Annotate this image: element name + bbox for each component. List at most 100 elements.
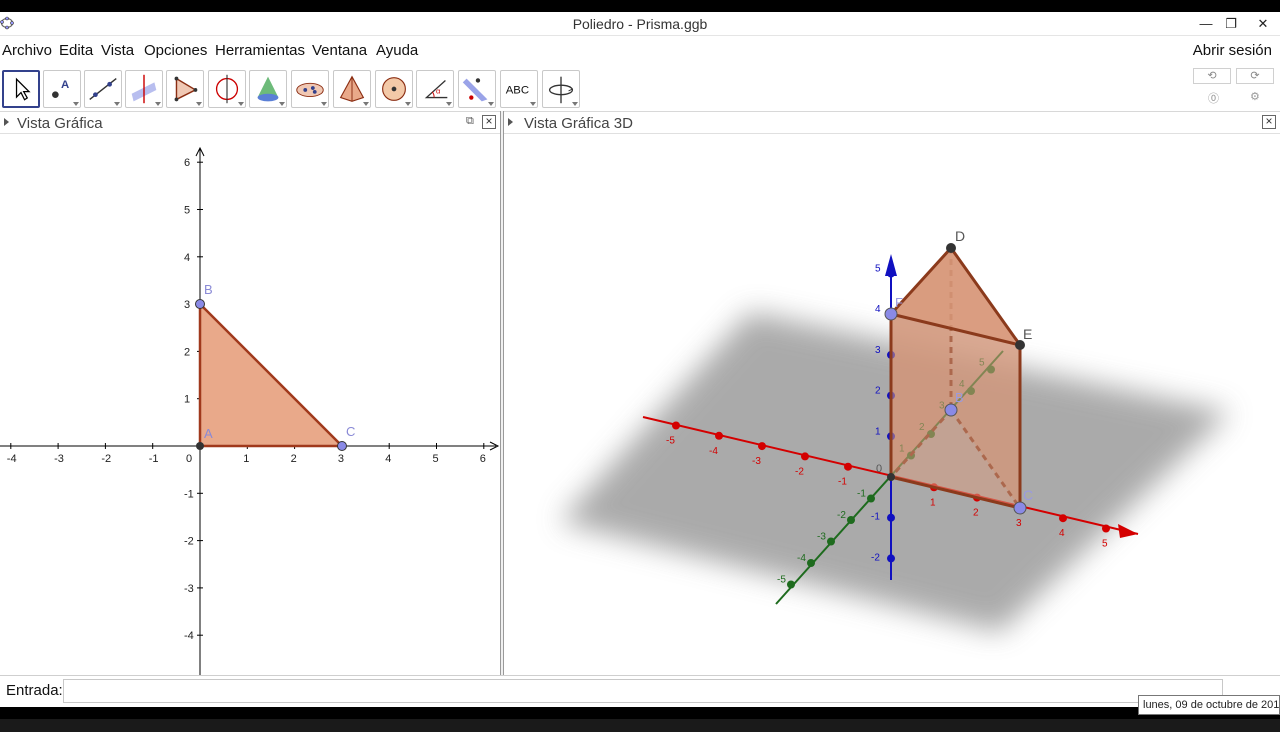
vertex-a[interactable]	[887, 473, 895, 481]
login-link[interactable]: Abrir sesión	[1193, 42, 1272, 59]
menu-bar: Archivo Edita Vista Opciones Herramienta…	[0, 37, 1280, 63]
rotate-view-tool-button[interactable]	[542, 70, 580, 108]
vertex-b[interactable]	[944, 403, 958, 417]
y3d-neg-tick-label: -3	[817, 532, 826, 543]
z3d-neg-tick-label: -1	[871, 512, 880, 523]
y-tick-label: 6	[184, 157, 190, 169]
x-tick-label: 1	[243, 453, 249, 465]
menu-vista[interactable]: Vista	[101, 42, 134, 59]
x-tick-label: -3	[54, 453, 64, 465]
label-c-3d: C	[1023, 487, 1033, 503]
cursor-arrow-icon	[15, 77, 31, 101]
z3d-neg-tick-mark	[887, 554, 895, 563]
collapse-arrow-icon[interactable]	[508, 118, 513, 126]
label-a: A	[204, 426, 213, 441]
x3d-neg-tick-label: -2	[795, 466, 804, 477]
x-tick-label: -2	[101, 453, 111, 465]
collapse-arrow-icon[interactable]	[4, 118, 9, 126]
x3d-pos-tick-label: 2	[973, 508, 979, 519]
view3d-title: Vista Gráfica 3D	[524, 115, 633, 132]
input-bar: Entrada:	[0, 675, 1280, 707]
y3d-neg-tick-label: -4	[797, 553, 806, 564]
y3d-neg-tick-label: -5	[777, 575, 786, 586]
origin-label-3d: 0	[876, 463, 882, 475]
graphics-view-3d[interactable]: -5-4-3-2-11234512345-1-2-3-4-512345-1-2 …	[504, 134, 1280, 684]
pyramid-tool-button[interactable]	[333, 70, 371, 108]
circle-axis-tool-button[interactable]	[208, 70, 246, 108]
vertex-c[interactable]	[1013, 501, 1027, 515]
x-axis-3d-arrow	[1118, 524, 1138, 538]
x3d-pos-tick-label: 5	[1102, 539, 1108, 550]
x3d-pos-tick-mark	[1059, 514, 1067, 523]
x-tick-label: 5	[433, 453, 439, 465]
graphics-view-2d[interactable]: -4 -3 -2 -1 0 1 2 3 4 5 6 6 5 4 3 2 1 -1 -2 -3 -4 A B C	[0, 134, 500, 684]
y3d-neg-tick-label: -2	[837, 510, 846, 521]
z3d-pos-tick-label: 4	[875, 304, 881, 315]
z3d-pos-tick-mark	[887, 269, 895, 278]
x3d-neg-tick-mark	[758, 442, 766, 451]
intersect-tool-button[interactable]	[291, 70, 329, 108]
view3d-canvas[interactable]: -5-4-3-2-11234512345-1-2-3-4-512345-1-2 …	[504, 134, 1280, 684]
point-a[interactable]	[196, 442, 204, 450]
restore-icon[interactable]: ❐	[1218, 14, 1244, 34]
point-b[interactable]	[195, 299, 205, 309]
svg-text:α: α	[436, 87, 441, 96]
y3d-neg-tick-label: -1	[857, 489, 866, 500]
help-icon[interactable]: ⓪	[1208, 90, 1219, 106]
cone-tool-button[interactable]	[249, 70, 287, 108]
x3d-neg-tick-label: -4	[709, 446, 718, 457]
vertex-d[interactable]	[946, 243, 956, 253]
window-title: Poliedro - Prisma.ggb	[572, 16, 708, 32]
x-tick-label: 3	[338, 453, 344, 465]
angle-tool-button[interactable]: α	[416, 70, 454, 108]
y-tick-label: -1	[184, 488, 194, 500]
settings-gear-icon[interactable]: ⚙	[1250, 90, 1260, 103]
perpendicular-tool-button[interactable]	[125, 70, 163, 108]
close-view3d-icon[interactable]: ×	[1262, 115, 1276, 129]
x3d-pos-tick-label: 3	[1016, 518, 1022, 529]
menu-ayuda[interactable]: Ayuda	[376, 42, 418, 59]
x3d-neg-tick-mark	[715, 431, 723, 440]
menu-ventana[interactable]: Ventana	[312, 42, 367, 59]
point-c[interactable]	[337, 441, 347, 451]
title-bar: Poliedro - Prisma.ggb — ❐ ✕	[0, 12, 1280, 36]
line-tool-button[interactable]	[84, 70, 122, 108]
menu-archivo[interactable]: Archivo	[2, 42, 52, 59]
input-field[interactable]	[63, 679, 1223, 703]
undo-button[interactable]: ⟲	[1193, 68, 1231, 84]
redo-button[interactable]: ⟳	[1236, 68, 1274, 84]
point-tool-button[interactable]: A	[43, 70, 81, 108]
sphere-tool-button[interactable]	[375, 70, 413, 108]
menu-opciones[interactable]: Opciones	[144, 42, 207, 59]
view2d-canvas[interactable]: -4 -3 -2 -1 0 1 2 3 4 5 6 6 5 4 3 2 1 -1 -2 -3 -4 A B C	[0, 134, 500, 684]
x-tick-label: -4	[7, 453, 17, 465]
x3d-neg-tick-mark	[844, 462, 852, 471]
view3d-header: Vista Gráfica 3D ×	[504, 112, 1280, 134]
label-b-3d: B	[955, 390, 964, 405]
close-view2d-icon[interactable]: ×	[482, 115, 496, 129]
polygon-tool-button[interactable]	[166, 70, 204, 108]
text-tool-button[interactable]: ABC	[500, 70, 538, 108]
x3d-neg-tick-mark	[801, 452, 809, 461]
x-tick-label: 0	[186, 453, 192, 465]
move-tool-button[interactable]	[2, 70, 40, 108]
x3d-pos-tick-mark	[1102, 524, 1110, 533]
y3d-neg-tick-mark	[847, 516, 855, 524]
minimize-icon[interactable]: —	[1193, 14, 1219, 34]
triangle-polygon[interactable]	[198, 300, 346, 448]
menu-herramientas[interactable]: Herramientas	[215, 42, 305, 59]
y-tick-label: 2	[184, 346, 190, 358]
y-tick-label: -4	[184, 630, 194, 642]
y3d-neg-tick-mark	[807, 559, 815, 567]
x3d-neg-tick-mark	[672, 421, 680, 430]
menu-edita[interactable]: Edita	[59, 42, 93, 59]
y-tick-label: -2	[184, 536, 194, 548]
z3d-neg-tick-label: -2	[871, 552, 880, 563]
view2d-header: Vista Gráfica ⧉ ×	[0, 112, 500, 134]
close-window-icon[interactable]: ✕	[1250, 14, 1276, 34]
reflect-tool-button[interactable]	[458, 70, 496, 108]
x-tick-label: 6	[480, 453, 486, 465]
undock-icon[interactable]: ⧉	[466, 115, 474, 128]
label-e-3d: E	[1023, 326, 1032, 342]
svg-text:ABC: ABC	[506, 85, 529, 97]
